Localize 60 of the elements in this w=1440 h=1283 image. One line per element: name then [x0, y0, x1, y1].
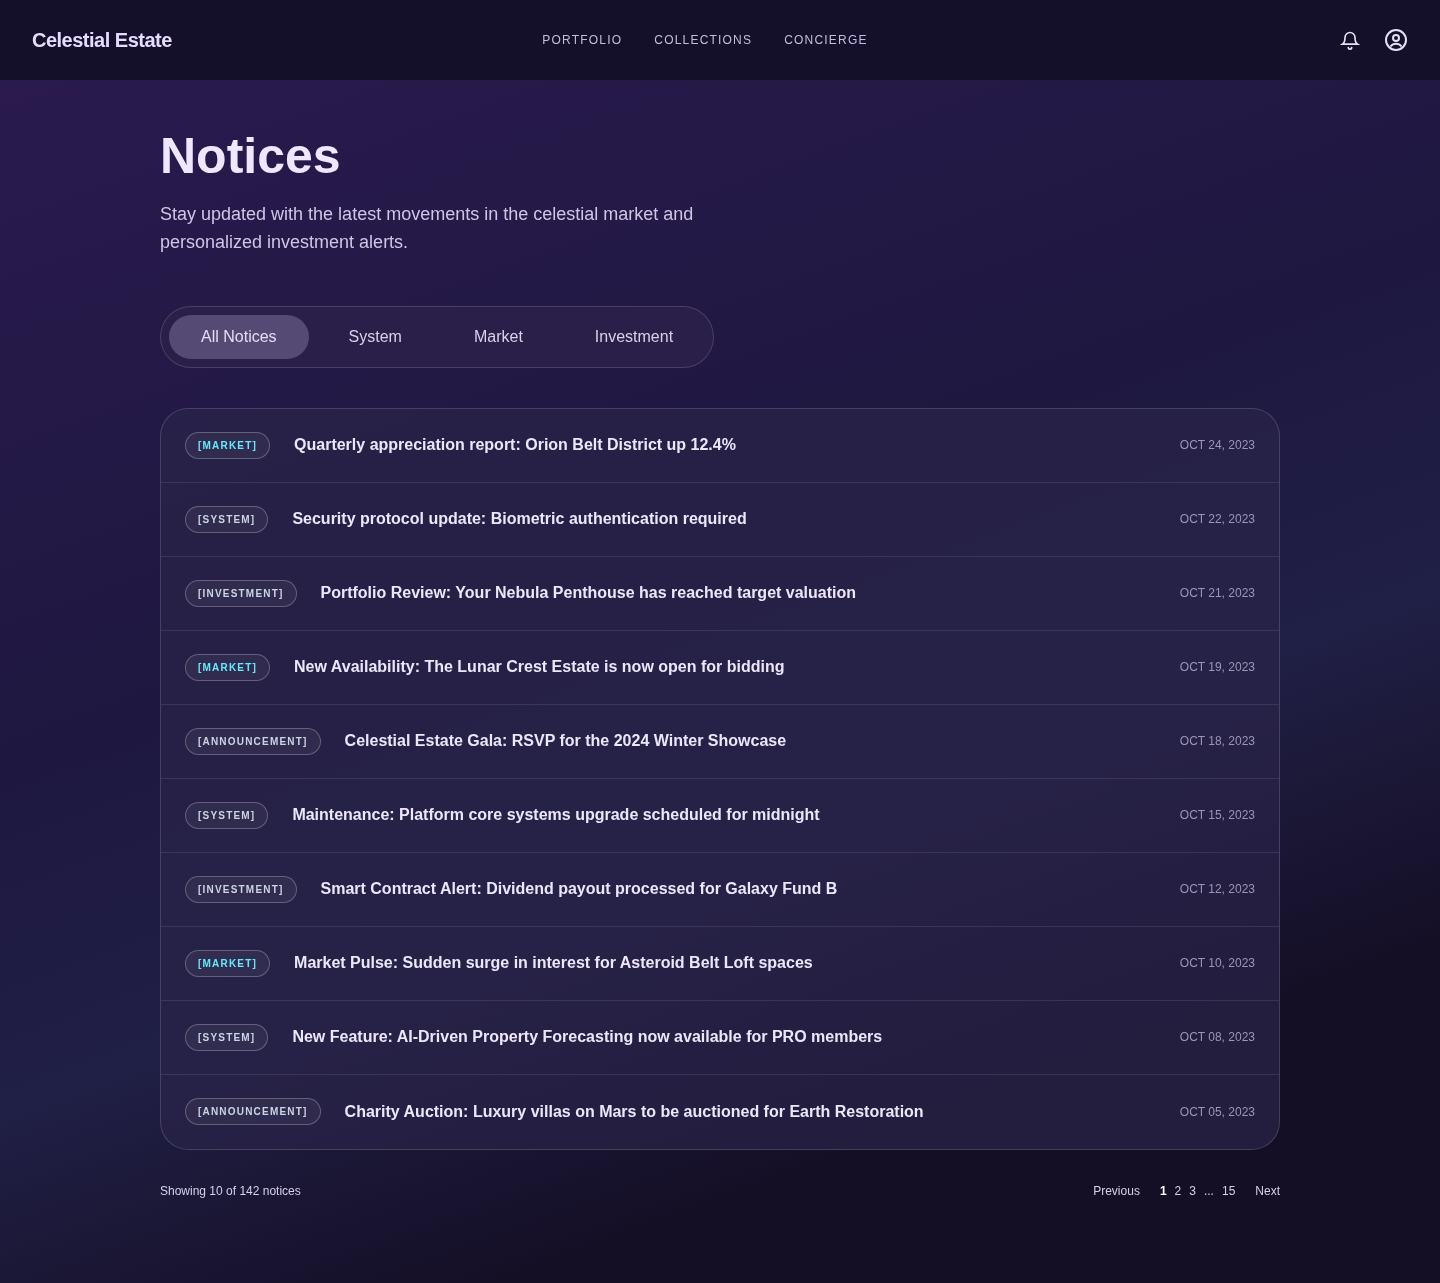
notice-row[interactable]: [ANNOUNCEMENT] Charity Auction: Luxury villas on Mars to be auctioned for Earth Restoration OCT 05, 2023: [161, 1074, 1279, 1149]
notice-title: Smart Contract Alert: Dividend payout processed for Galaxy Fund B: [320, 879, 838, 899]
notice-row[interactable]: [MARKET] Market Pulse: Sudden surge in interest for Asteroid Belt Loft spaces OCT 10, 2023: [161, 926, 1279, 1001]
notice-row[interactable]: [MARKET] Quarterly appreciation report: Orion Belt District up 12.4% OCT 24, 2023: [161, 408, 1279, 483]
category-tag: [SYSTEM]: [185, 801, 269, 829]
results-summary: Showing 10 of 142 notices: [160, 1182, 301, 1200]
nav-link[interactable]: COLLECTIONS: [654, 31, 753, 49]
notice-date: OCT 05, 2023: [1179, 1103, 1255, 1121]
user-profile-icon[interactable]: [1384, 28, 1408, 52]
notice-date: OCT 12, 2023: [1179, 881, 1255, 898]
notice-date: OCT 18, 2023: [1179, 733, 1255, 750]
category-tag: [INVESTMENT]: [185, 875, 297, 903]
pagination-link[interactable]: 1: [1159, 1181, 1167, 1200]
pagination-link[interactable]: 15: [1221, 1181, 1236, 1200]
notice-row[interactable]: [ANNOUNCEMENT] Celestial Estate Gala: RSVP for the 2024 Winter Showcase OCT 18, 2023: [161, 704, 1279, 779]
filter-tab[interactable]: Investment: [562, 314, 706, 359]
notice-date: OCT 08, 2023: [1179, 1029, 1255, 1046]
pagination-link[interactable]: Next: [1255, 1181, 1280, 1200]
category-tag: [ANNOUNCEMENT]: [185, 1098, 321, 1125]
notice-row[interactable]: [SYSTEM] New Feature: AI-Driven Property Forecasting now available for PRO members OCT 08, 2023: [161, 1000, 1279, 1075]
pagination-link[interactable]: 3: [1189, 1181, 1196, 1200]
filter-tab[interactable]: System: [316, 314, 434, 359]
notice-title: New Feature: AI-Driven Property Forecasting now available for PRO members: [292, 1027, 883, 1047]
category-tag: [ANNOUNCEMENT]: [185, 727, 321, 755]
brand-logo[interactable]: Celestial Estate: [32, 25, 332, 55]
category-tag: [SYSTEM]: [185, 1023, 269, 1051]
notice-title: Celestial Estate Gala: RSVP for the 2024 Winter Showcase: [344, 731, 787, 751]
notice-title: Charity Auction: Luxury villas on Mars to be auctioned for Earth Restoration: [344, 1101, 924, 1122]
notice-title: New Availability: The Lunar Crest Estate is now open for bidding: [294, 657, 785, 677]
category-tag: [INVESTMENT]: [185, 579, 297, 607]
page-subtitle: Stay updated with the latest movements in the celestial market and personalized investment alerts.: [160, 202, 695, 254]
notice-row[interactable]: [SYSTEM] Security protocol update: Biometric authentication required OCT 22, 2023: [161, 482, 1279, 557]
notification-bell-icon[interactable]: [1340, 29, 1360, 51]
notice-title: Market Pulse: Sudden surge in interest for Asteroid Belt Loft spaces: [294, 953, 813, 973]
notice-date: OCT 19, 2023: [1179, 659, 1255, 676]
notice-date: OCT 15, 2023: [1179, 807, 1255, 824]
notice-date: OCT 24, 2023: [1179, 437, 1255, 454]
category-tag: [MARKET]: [185, 431, 271, 459]
notice-title: Maintenance: Platform core systems upgrade scheduled for midnight: [292, 805, 820, 825]
notice-date: OCT 22, 2023: [1179, 511, 1255, 528]
notice-title: Portfolio Review: Your Nebula Penthouse has reached target valuation: [320, 583, 857, 603]
notice-date: OCT 10, 2023: [1179, 955, 1255, 972]
notice-title: Quarterly appreciation report: Orion Belt District up 12.4%: [294, 435, 736, 455]
notice-title: Security protocol update: Biometric authentication required: [292, 509, 747, 529]
notice-row[interactable]: [INVESTMENT] Portfolio Review: Your Nebula Penthouse has reached target valuation OCT 21, 2023: [161, 556, 1279, 631]
page-title: Notices: [160, 127, 342, 186]
pagination-link[interactable]: 2: [1174, 1181, 1182, 1200]
notice-date: OCT 21, 2023: [1179, 585, 1255, 602]
nav-link[interactable]: PORTFOLIO: [542, 31, 623, 49]
notice-row[interactable]: [SYSTEM] Maintenance: Platform core systems upgrade scheduled for midnight OCT 15, 2023: [161, 778, 1279, 853]
nav-link[interactable]: CONCIERGE: [784, 31, 868, 49]
filter-tab[interactable]: Market: [441, 314, 555, 359]
notice-row[interactable]: [INVESTMENT] Smart Contract Alert: Dividend payout processed for Galaxy Fund B OCT 12, 2023: [161, 852, 1279, 927]
pagination-link[interactable]: ...: [1203, 1181, 1214, 1200]
pagination-link[interactable]: Previous: [1093, 1181, 1140, 1200]
category-tag: [SYSTEM]: [185, 505, 269, 533]
notice-row[interactable]: [MARKET] New Availability: The Lunar Crest Estate is now open for bidding OCT 19, 2023: [161, 630, 1279, 705]
category-tag: [MARKET]: [185, 949, 271, 977]
filter-tab[interactable]: All Notices: [169, 314, 309, 359]
category-tag: [MARKET]: [185, 653, 271, 681]
